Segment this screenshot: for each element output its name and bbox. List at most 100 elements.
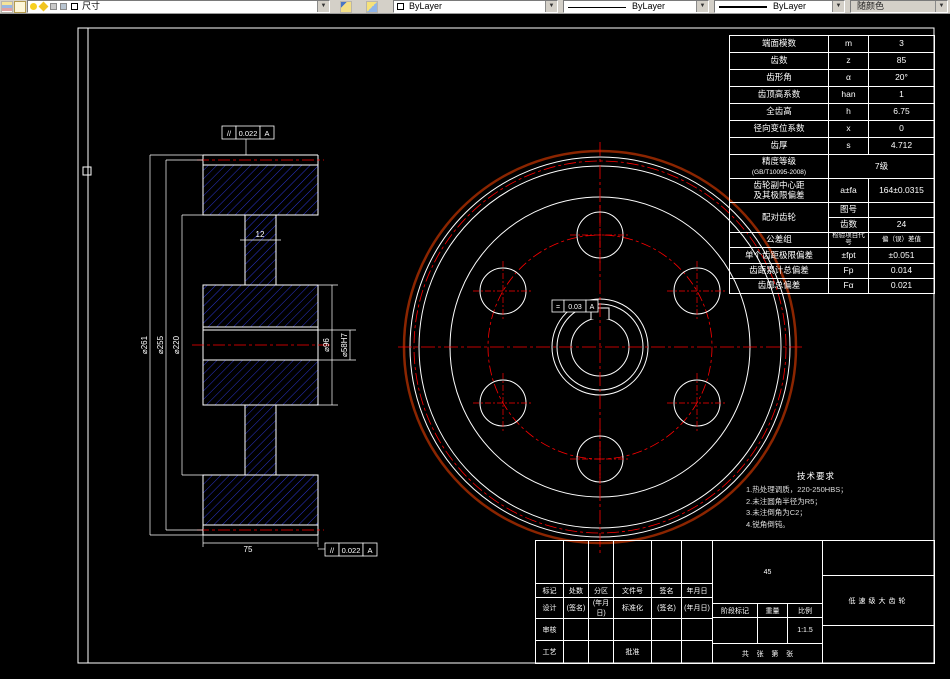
param-label: 齿数 [729, 52, 829, 70]
layer-properties-manager-icon[interactable] [1, 1, 13, 13]
param-value [868, 202, 935, 218]
param-value: 偏（误）差值 [868, 232, 935, 248]
cad-application: 尺寸 ▼ ByLayer ▼ ByLayer ▼ ByLayer ▼ 随颜色 ▼ [0, 0, 950, 679]
tb-sign-placeholder: (签名) [563, 597, 589, 619]
param-label: 齿顶高系数 [729, 86, 829, 104]
color-value: ByLayer [409, 1, 443, 11]
make-object-layer-current-icon[interactable] [340, 1, 352, 13]
param-value: 0.021 [868, 278, 935, 294]
tech-req-title: 技术要求 [796, 471, 835, 481]
tech-req-line: 1.热处理调质，220-250HBS； [746, 485, 848, 495]
linetype-value: ByLayer [632, 1, 666, 11]
dim-rim-diameter: ⌀220 [172, 335, 181, 354]
param-row: 全齿高 h 6.75 [729, 103, 935, 121]
param-value: 7级 [828, 154, 935, 179]
tech-req-line: 4.锐角倒钝。 [746, 520, 790, 530]
layer-plot-icon[interactable] [60, 3, 67, 10]
param-value: ±0.051 [868, 247, 935, 264]
param-label: 端面模数 [729, 35, 829, 53]
tb-header: 处数 [563, 583, 589, 598]
param-label: 齿廓总偏差 [729, 278, 829, 294]
title-block-left: 标记 处数 分区 文件号 签名 年月日 设计 (签名) (年月日) 标准化 (签… [535, 540, 713, 664]
scale-value: 1:1.5 [786, 617, 824, 644]
tb-standard: 标准化 [613, 597, 652, 619]
layer-freeze-icon[interactable] [38, 1, 49, 12]
tb-scale: 比例 [786, 603, 824, 618]
toolbar: 尺寸 ▼ ByLayer ▼ ByLayer ▼ ByLayer ▼ 随颜色 ▼ [0, 0, 950, 14]
param-row: 径向变位系数 x 0 [729, 120, 935, 138]
tb-date-placeholder: (年月日) [681, 597, 713, 619]
color-combo-arrow-icon[interactable]: ▼ [545, 1, 557, 12]
dim-bore-diameter: ⌀58H7 [340, 332, 349, 356]
param-row: 端面模数 m 3 [729, 35, 935, 53]
gear-parameter-table: 端面模数 m 3 齿数 z 85 齿形角 α 20° 齿顶高系数 han 1 全齿高 h 6.75 … [729, 35, 935, 294]
param-row: 齿轮副中心距 及其极限偏差 a±fa 164±0.0315 [729, 178, 935, 203]
lineweight-combo-arrow-icon[interactable]: ▼ [832, 1, 844, 12]
param-row: 齿距累计总偏差 Fp 0.014 [729, 263, 935, 279]
lineweight-sample-icon [719, 6, 767, 8]
color-swatch [397, 3, 404, 10]
param-label: 精度等级 (GB/T10095-2008) [729, 154, 829, 179]
layers-icon[interactable] [14, 1, 26, 13]
param-label: 全齿高 [729, 103, 829, 121]
tb-header: 分区 [588, 583, 614, 598]
param-label: 公差组 [729, 232, 829, 248]
tb-weight: 重量 [757, 603, 788, 618]
param-value: 85 [868, 52, 935, 70]
dim-face-width: 75 [244, 545, 253, 554]
layer-combo-arrow-icon[interactable]: ▼ [317, 1, 329, 12]
tb-approve: 批准 [613, 640, 652, 664]
tb-header: 标记 [535, 583, 564, 598]
tb-process: 工艺 [535, 640, 564, 664]
current-layer-name: 尺寸 [82, 1, 101, 11]
tolerance-frame-bottom: // 0.022 A [318, 542, 378, 557]
param-symbol: a±fa [828, 178, 869, 203]
plotstyle-value: 随颜色 [857, 1, 885, 11]
param-row: 配对齿轮 图号 [729, 202, 935, 233]
linetype-combo[interactable]: ByLayer ▼ [563, 0, 709, 13]
param-value: 1 [868, 86, 935, 104]
param-symbol: 齿数 [828, 217, 869, 233]
color-combo[interactable]: ByLayer ▼ [393, 0, 558, 13]
param-label: 齿形角 [729, 69, 829, 87]
param-label: 齿厚 [729, 137, 829, 155]
title-block-middle: 45 阶段标记 重量 比例 1:1.5 共 张 第 张 [711, 540, 824, 664]
layer-lock-icon[interactable] [50, 3, 57, 10]
layer-previous-icon[interactable] [366, 1, 378, 13]
param-row: 单个齿距极限偏差 ±fpt ±0.051 [729, 247, 935, 264]
param-row: 齿厚 s 4.712 [729, 137, 935, 155]
plotstyle-combo: 随颜色 ▼ [850, 0, 948, 13]
param-value: 4.712 [868, 137, 935, 155]
gear-section-view[interactable] [192, 154, 330, 536]
part-name: 低速级大齿轮 [822, 575, 935, 626]
tb-header: 年月日 [681, 583, 713, 598]
sheet-count: 共 张 第 张 [711, 643, 824, 664]
material-spec: 45 [711, 540, 824, 604]
param-symbol: Fα [828, 278, 869, 294]
param-label: 单个齿距极限偏差 [729, 247, 829, 264]
tol-value: 0.03 [568, 304, 582, 311]
layer-on-icon[interactable] [30, 3, 37, 10]
param-value: 0.014 [868, 263, 935, 279]
tech-req-line: 3.未注倒角为C2； [746, 508, 807, 518]
layer-combo[interactable]: 尺寸 ▼ [27, 0, 330, 13]
title-block-right: 低速级大齿轮 [822, 540, 935, 664]
param-symbol: x [828, 120, 869, 138]
tb-review: 审核 [535, 618, 564, 641]
param-value: 20° [868, 69, 935, 87]
tol-datum: A [264, 129, 269, 138]
param-symbol: Fp [828, 263, 869, 279]
param-symbol: α [828, 69, 869, 87]
param-row: 齿数 z 85 [729, 52, 935, 70]
linetype-combo-arrow-icon[interactable]: ▼ [696, 1, 708, 12]
tol-value: 0.022 [342, 546, 361, 555]
param-label: 齿轮副中心距 及其极限偏差 [729, 178, 829, 203]
lineweight-combo[interactable]: ByLayer ▼ [714, 0, 845, 13]
param-value: 164±0.0315 [868, 178, 935, 203]
dim-tip-diameter: ⌀261 [140, 335, 149, 354]
tol-datum: A [367, 546, 372, 555]
tol-value: 0.022 [239, 129, 258, 138]
dim-web-width: 12 [256, 230, 265, 239]
param-label: 配对齿轮 [729, 202, 829, 233]
param-label: 径向变位系数 [729, 120, 829, 138]
